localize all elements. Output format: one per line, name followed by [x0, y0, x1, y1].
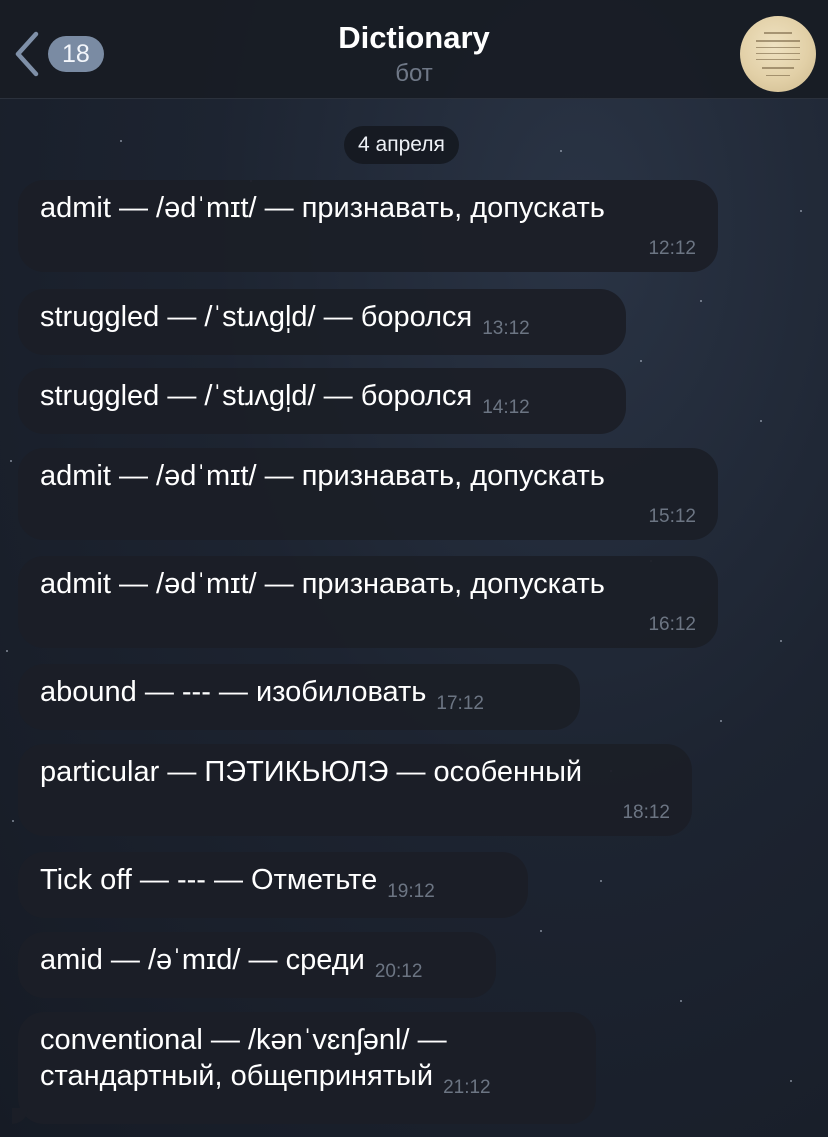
message-bubble[interactable]: admit — /ədˈmɪt/ — признавать, допускать…: [18, 556, 718, 648]
message-text: Tick off — --- — Отметьте: [40, 864, 378, 896]
message-bubble[interactable]: admit — /ədˈmɪt/ — признавать, допускать…: [18, 180, 718, 272]
message-bubble[interactable]: abound — --- — изобиловать 17:12: [18, 664, 580, 730]
message-time: 13:12: [482, 318, 530, 339]
message-text: admit — /ədˈmɪt/ — признавать, допускать: [40, 192, 605, 224]
message-bubble[interactable]: admit — /ədˈmɪt/ — признавать, допускать…: [18, 448, 718, 540]
message-text: amid — /əˈmɪd/ — среди: [40, 944, 365, 976]
message-time: 17:12: [436, 693, 484, 714]
message-time: 18:12: [622, 802, 670, 823]
message-time: 12:12: [648, 238, 696, 259]
message-time: 21:12: [443, 1077, 491, 1098]
message-text: particular — ПЭТИКЬЮЛЭ — особенный: [40, 756, 583, 788]
message-text: admit — /ədˈmɪt/ — признавать, допускать: [40, 460, 605, 492]
avatar[interactable]: [740, 16, 816, 92]
message-text: abound — --- — изобиловать: [40, 676, 427, 708]
message-bubble[interactable]: Tick off — --- — Отметьте 19:12: [18, 852, 528, 918]
message-text: struggled — /ˈstɹʌɡl̩d/ — боролся: [40, 380, 473, 412]
message-time: 20:12: [374, 961, 423, 982]
message-text: admit — /ədˈmɪt/ — признавать, допускать: [40, 568, 605, 600]
bubble-tail: [12, 1108, 28, 1124]
message-bubble[interactable]: conventional — /kənˈvɛnʃənl/ — стандартн…: [12, 1012, 596, 1124]
chat-header: 18 Dictionary бот: [0, 0, 828, 99]
message-time: 19:12: [387, 881, 435, 902]
message-time: 15:12: [648, 506, 696, 527]
message-bubble[interactable]: struggled — /ˈstɹʌɡl̩d/ — боролся 13:12: [18, 289, 626, 355]
message-bubble[interactable]: struggled — /ˈstɹʌɡl̩d/ — боролся 14:12: [18, 368, 626, 434]
message-time: 14:12: [482, 397, 530, 418]
message-bubble[interactable]: amid — /əˈmɪd/ — среди 20:12: [18, 932, 496, 998]
date-separator: 4 апреля: [344, 126, 459, 164]
chat-subtitle: бот: [395, 60, 433, 87]
message-bubble[interactable]: particular — ПЭТИКЬЮЛЭ — особенный 18:12: [18, 744, 692, 836]
message-text: struggled — /ˈstɹʌɡl̩d/ — боролся: [40, 301, 473, 333]
message-text-line1: conventional — /kənˈvɛnʃənl/ —: [40, 1024, 447, 1056]
message-time: 16:12: [648, 614, 696, 635]
chat-title[interactable]: Dictionary: [0, 20, 828, 56]
message-text-line2: стандартный, общепринятый: [40, 1060, 434, 1092]
